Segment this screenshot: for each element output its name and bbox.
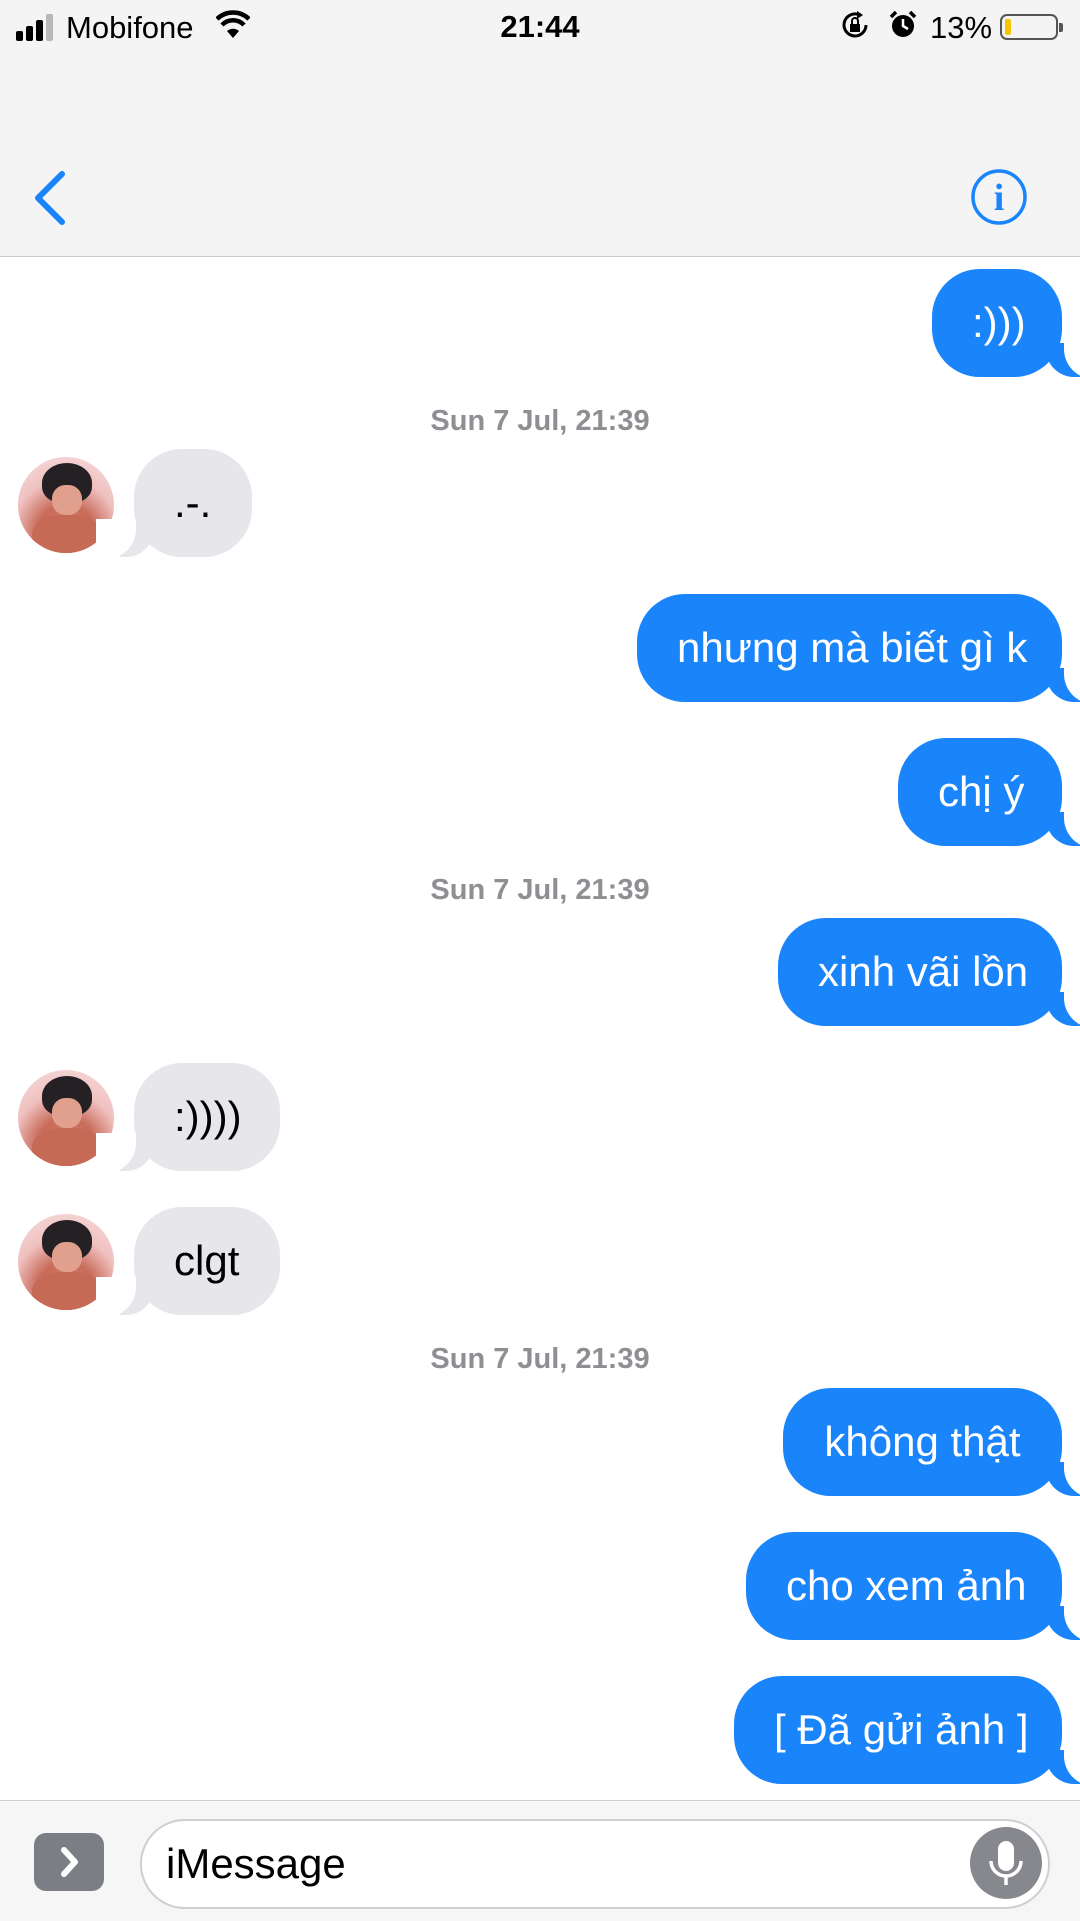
received-message-bubble[interactable]: clgt [134, 1207, 280, 1315]
status-time: 21:44 [500, 9, 580, 44]
bubble-tail [96, 519, 154, 559]
received-message-bubble[interactable]: .-. [134, 449, 252, 557]
bubble-tail [1046, 1458, 1080, 1498]
message-timestamp: Sun 7 Jul, 21:39 [430, 1343, 650, 1375]
chevron-right-icon [61, 1847, 78, 1877]
battery-level [1005, 19, 1011, 35]
sent-message-bubble[interactable]: cho xem ảnh [746, 1532, 1062, 1640]
message-timestamp: Sun 7 Jul, 21:39 [430, 874, 650, 906]
bubble-tail [96, 1277, 154, 1317]
sent-message-bubble[interactable]: [ Đã gửi ảnh ] [734, 1676, 1062, 1784]
bubble-tail [1046, 339, 1080, 379]
composer-bar [0, 1800, 1080, 1921]
sent-message-bubble[interactable]: nhưng mà biết gì k [637, 594, 1062, 702]
received-message-bubble[interactable]: :)))) [134, 1063, 280, 1171]
back-chevron-icon[interactable] [30, 168, 70, 228]
bubble-tail [1046, 988, 1080, 1028]
bubble-tail [1046, 664, 1080, 704]
alarm-icon [889, 10, 917, 37]
app-drawer-button[interactable] [34, 1833, 104, 1891]
dictation-button[interactable] [970, 1827, 1042, 1899]
battery-icon [1000, 14, 1063, 40]
navigation-bar: Mobifone 21:44 13% i [0, 0, 1080, 257]
status-bar: Mobifone 21:44 13% [0, 0, 1080, 56]
sent-message-bubble[interactable]: :))) [932, 269, 1062, 377]
sent-message-bubble[interactable]: chị ý [898, 738, 1062, 846]
sent-message-bubble[interactable]: không thật [783, 1388, 1062, 1496]
bubble-tail [1046, 1602, 1080, 1642]
imessage-input[interactable] [140, 1819, 1050, 1909]
sent-message-bubble[interactable]: xinh vãi lồn [778, 918, 1062, 1026]
bubble-tail [1046, 1746, 1080, 1786]
battery-percent: 13% [930, 10, 993, 45]
message-list[interactable]: :))) Sun 7 Jul, 21:39 .-. nhưng mà biết … [0, 257, 1080, 1797]
microphone-icon [989, 1841, 1023, 1885]
rotation-lock-icon [842, 11, 868, 38]
svg-text:i: i [994, 177, 1005, 219]
bubble-tail [1046, 808, 1080, 848]
bubble-tail [96, 1133, 154, 1173]
message-timestamp: Sun 7 Jul, 21:39 [430, 405, 650, 437]
info-icon[interactable]: i [970, 168, 1028, 226]
